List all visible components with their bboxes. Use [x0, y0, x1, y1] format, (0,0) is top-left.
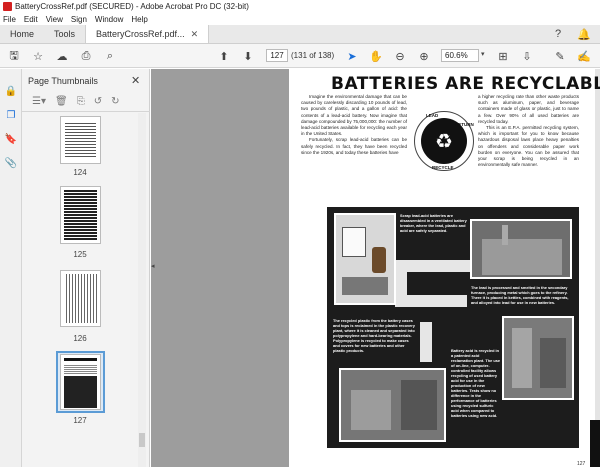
- zoom-out-icon[interactable]: ⊖: [392, 48, 408, 64]
- menu-bar: File Edit View Sign Window Help: [0, 13, 600, 25]
- delete-icon[interactable]: 🗑: [55, 96, 68, 107]
- panel-toolbar: ☰▾ 🗑 ⎘ ↺ ↻: [22, 92, 150, 112]
- thumbnail-page-125[interactable]: [60, 186, 101, 244]
- options-menu-icon[interactable]: ☰▾: [32, 96, 46, 107]
- help-icon[interactable]: ?: [550, 26, 566, 42]
- acid-plant-photo: [502, 316, 574, 400]
- flow-arrow: [395, 272, 407, 307]
- comment-icon[interactable]: ✎: [552, 48, 568, 64]
- menu-file[interactable]: File: [3, 15, 16, 24]
- body-text-column-2: a higher recycling rate than other waste…: [478, 94, 579, 168]
- bookmark-star-icon[interactable]: ☆: [30, 48, 46, 64]
- previous-page-icon[interactable]: ⬆: [216, 48, 232, 64]
- thumbnail-label: 124: [73, 168, 87, 177]
- rotate-left-icon[interactable]: ↺: [94, 96, 102, 107]
- zoom-level-input[interactable]: 60.6%: [441, 49, 479, 62]
- insert-page-icon[interactable]: ⎘: [77, 96, 85, 107]
- fit-page-icon[interactable]: ⊞: [495, 48, 511, 64]
- rotate-right-icon[interactable]: ↻: [111, 96, 119, 107]
- menu-edit[interactable]: Edit: [24, 15, 38, 24]
- fill-sign-icon[interactable]: ✍: [576, 48, 592, 64]
- zoom-in-icon[interactable]: ⊕: [416, 48, 432, 64]
- select-cursor-icon[interactable]: ➤: [344, 48, 360, 64]
- flow-arrow: [420, 322, 432, 362]
- collapse-panel-icon[interactable]: ◂: [151, 262, 157, 276]
- hand-tool-icon[interactable]: ✋: [368, 48, 384, 64]
- page-count-label: (131 of 138): [291, 51, 335, 60]
- tab-document-label: BatteryCrossRef.pdf...: [96, 29, 185, 39]
- thumbnail-page-127[interactable]: [60, 354, 101, 410]
- page-thumbnails-icon[interactable]: ❐: [4, 108, 18, 122]
- window-title: BatteryCrossRef.pdf (SECURED) - Adobe Ac…: [15, 2, 249, 11]
- main-toolbar: 🖫 ☆ ☁ ⎙ ⌕ ⬆ ⬇ 127 (131 of 138) ➤ ✋ ⊖ ⊕ 6…: [0, 44, 600, 68]
- close-panel-icon[interactable]: ✕: [131, 74, 140, 87]
- print-icon[interactable]: ⎙: [78, 48, 94, 64]
- step-plastic-text: The recycled plastic from the battery ca…: [333, 318, 415, 353]
- tab-tools[interactable]: Tools: [44, 25, 85, 43]
- menu-view[interactable]: View: [46, 15, 63, 24]
- paragraph: a higher recycling rate than other waste…: [478, 94, 579, 124]
- logo-text-right: RETURN: [455, 122, 474, 127]
- tabbar-right-tools: ? 🔔: [550, 25, 600, 43]
- section-tab: [590, 420, 600, 467]
- body-text-column-1: Imagine the environmental damage that ca…: [301, 94, 407, 156]
- paragraph: Fortunately, scrap lead-acid batteries c…: [301, 137, 407, 155]
- step-acid-text: Battery acid is recycled in a patented a…: [451, 348, 501, 418]
- page-number: 127: [577, 461, 586, 467]
- bell-icon[interactable]: 🔔: [576, 26, 592, 42]
- tab-document[interactable]: BatteryCrossRef.pdf... ✕: [85, 25, 210, 43]
- close-icon[interactable]: ✕: [191, 29, 199, 40]
- step-breaking-text: Scrap lead-acid batteries are disassembl…: [400, 213, 467, 233]
- next-page-icon[interactable]: ⬇: [240, 48, 256, 64]
- thumbnail-label: 126: [73, 334, 87, 343]
- save-icon[interactable]: 🖫: [6, 48, 22, 64]
- title-bar: BatteryCrossRef.pdf (SECURED) - Adobe Ac…: [0, 0, 600, 13]
- attachments-icon[interactable]: 📎: [4, 156, 18, 170]
- thumbnail-page-126[interactable]: [60, 270, 101, 327]
- search-icon[interactable]: ⌕: [102, 48, 118, 64]
- thumbnail-page-124[interactable]: [60, 116, 101, 164]
- menu-sign[interactable]: Sign: [71, 15, 87, 24]
- tab-bar: Home Tools BatteryCrossRef.pdf... ✕ ? 🔔: [0, 25, 600, 44]
- step-smelting-text: The lead is processed and smelted in the…: [471, 285, 569, 305]
- battery-photo: [334, 213, 396, 305]
- scroll-mode-icon[interactable]: ⇩: [519, 48, 535, 64]
- paragraph: This is an E.P.A. permitted recycling sy…: [478, 125, 579, 168]
- thumbnail-label: 125: [73, 250, 87, 259]
- plastic-plant-photo: [339, 368, 446, 442]
- panel-title: Page Thumbnails: [28, 76, 98, 86]
- zoom-dropdown-icon[interactable]: ▾: [481, 50, 485, 58]
- paragraph: Imagine the environmental damage that ca…: [301, 94, 407, 137]
- document-scrollbar[interactable]: [595, 69, 600, 467]
- bookmarks-icon[interactable]: 🔖: [4, 132, 18, 146]
- logo-text-bottom: RECYCLE: [432, 165, 454, 170]
- logo-text-top: LEAD: [426, 113, 439, 118]
- page-heading: BATTERIES ARE RECYCLABLE!: [331, 74, 600, 94]
- menu-help[interactable]: Help: [131, 15, 147, 24]
- smelter-photo: [470, 219, 572, 279]
- panel-scrollbar-thumb[interactable]: [139, 433, 145, 447]
- menu-window[interactable]: Window: [95, 15, 123, 24]
- panel-scrollbar[interactable]: [138, 113, 146, 467]
- page-number-input[interactable]: 127: [266, 49, 288, 62]
- upload-cloud-icon[interactable]: ☁: [54, 48, 70, 64]
- tab-home[interactable]: Home: [0, 25, 44, 43]
- navigation-rail: [0, 69, 22, 467]
- acrobat-app-icon: [3, 2, 12, 11]
- lock-icon: 🔒: [4, 85, 18, 97]
- flow-arrow: [407, 295, 467, 307]
- thumbnail-label: 127: [73, 416, 87, 425]
